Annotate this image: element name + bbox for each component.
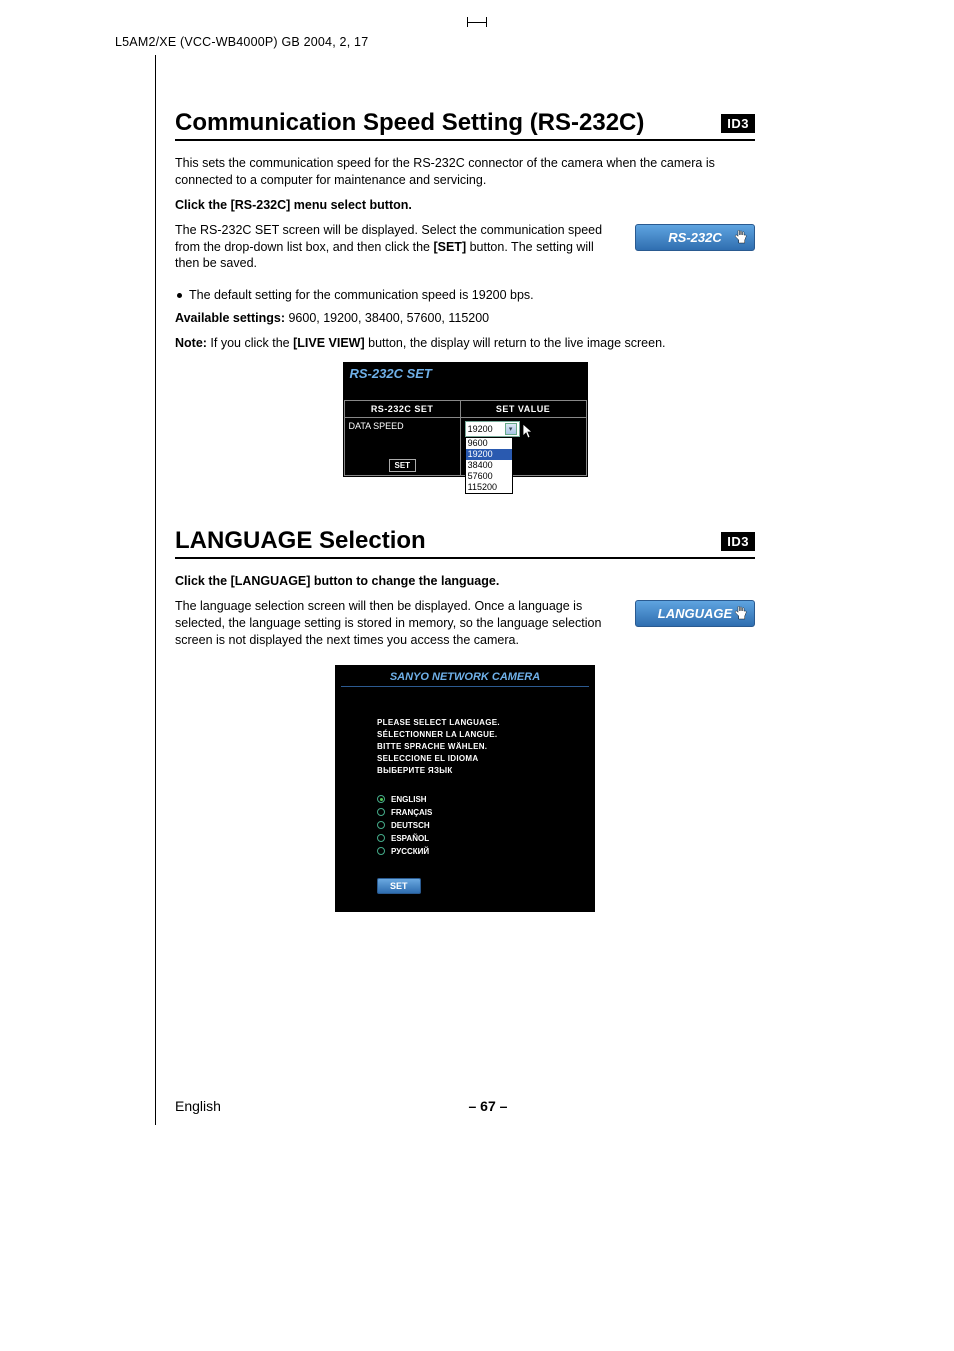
- language-select-screenshot: SANYO NETWORK CAMERA PLEASE SELECT LANGU…: [335, 665, 595, 912]
- section2-body: The language selection screen will then …: [175, 598, 615, 649]
- note-liveview: [LIVE VIEW]: [293, 336, 365, 350]
- language-button-label: LANGUAGE: [658, 606, 732, 621]
- section1-intro: This sets the communication speed for th…: [175, 155, 755, 189]
- prompt-ru: ВЫБЕРИТЕ ЯЗЫК: [377, 765, 595, 777]
- language-prompts: PLEASE SELECT LANGUAGE. SÉLECTIONNER LA …: [377, 717, 595, 777]
- lang-label: DEUTSCH: [391, 821, 430, 830]
- page-number: – 67 –: [468, 1098, 507, 1114]
- hand-cursor-icon: [732, 604, 750, 622]
- rs232c-button-label: RS-232C: [668, 230, 721, 245]
- content-area: Communication Speed Setting (RS-232C) ID…: [175, 109, 755, 912]
- lang-option-francais[interactable]: FRANÇAIS: [377, 808, 595, 817]
- option-9600[interactable]: 9600: [466, 438, 512, 449]
- section2-step-row: The language selection screen will then …: [175, 598, 755, 657]
- section1-step-body: The RS-232C SET screen will be displayed…: [175, 222, 615, 273]
- radio-icon: [377, 821, 385, 829]
- note-label: Note:: [175, 336, 207, 350]
- note-line: Note: If you click the [LIVE VIEW] butto…: [175, 335, 755, 352]
- data-speed-value: 19200: [468, 424, 493, 434]
- dropdown-arrow-icon: ▾: [505, 423, 517, 435]
- lang-option-deutsch[interactable]: DEUTSCH: [377, 821, 595, 830]
- radio-icon: [377, 847, 385, 855]
- lang-label: FRANÇAIS: [391, 808, 432, 817]
- section1-step-heading: Click the [RS-232C] menu select button.: [175, 197, 755, 214]
- lang-set-button[interactable]: SET: [377, 878, 421, 894]
- data-speed-select[interactable]: 19200 ▾ 9600 19200 38400 57600 115200: [465, 421, 520, 437]
- rs232c-menu-button[interactable]: RS-232C: [635, 224, 755, 251]
- id3-badge-2: ID3: [721, 532, 755, 551]
- language-menu-button[interactable]: LANGUAGE: [635, 600, 755, 627]
- section2-heading: LANGUAGE Selection: [175, 527, 426, 555]
- rs-row-label: DATA SPEED: [349, 421, 456, 431]
- left-margin-rule: [155, 55, 156, 1125]
- section2-heading-row: LANGUAGE Selection ID3: [175, 527, 755, 559]
- section1-heading-row: Communication Speed Setting (RS-232C) ID…: [175, 109, 755, 141]
- prompt-en: PLEASE SELECT LANGUAGE.: [377, 717, 595, 729]
- lang-option-russian[interactable]: РУССКИЙ: [377, 847, 595, 856]
- radio-icon: [377, 834, 385, 842]
- available-settings: Available settings: 9600, 19200, 38400, …: [175, 310, 755, 327]
- step-set-bold: [SET]: [433, 240, 466, 254]
- prompt-de: BITTE SPRACHE WÄHLEN.: [377, 741, 595, 753]
- rs232c-set-screenshot: RS-232C SET RS-232C SET SET VALUE DATA S…: [343, 362, 588, 477]
- section1-step-row: The RS-232C SET screen will be displayed…: [175, 222, 755, 281]
- section1-heading: Communication Speed Setting (RS-232C): [175, 109, 644, 137]
- page: L5AM2/XE (VCC-WB4000P) GB 2004, 2, 17 Co…: [115, 35, 895, 912]
- data-speed-dropdown[interactable]: 9600 19200 38400 57600 115200: [465, 437, 513, 494]
- language-options: ENGLISH FRANÇAIS DEUTSCH ESPAÑOL РУССКИЙ: [377, 795, 595, 856]
- note-prefix: If you click the: [207, 336, 293, 350]
- avail-label: Available settings:: [175, 311, 285, 325]
- rs-screen-title: RS-232C SET: [344, 363, 587, 384]
- section2-step-heading: Click the [LANGUAGE] button to change th…: [175, 573, 755, 590]
- prompt-fr: SÉLECTIONNER LA LANGUE.: [377, 729, 595, 741]
- lang-label: ESPAÑOL: [391, 834, 429, 843]
- note-suffix: button, the display will return to the l…: [365, 336, 666, 350]
- radio-icon: [377, 808, 385, 816]
- rs-set-button[interactable]: SET: [389, 459, 417, 472]
- page-footer: English – 67 –: [175, 1098, 755, 1114]
- lang-option-english[interactable]: ENGLISH: [377, 795, 595, 804]
- option-115200[interactable]: 115200: [466, 482, 512, 493]
- id3-badge: ID3: [721, 114, 755, 133]
- avail-values: 9600, 19200, 38400, 57600, 115200: [285, 311, 489, 325]
- prompt-es: SELECCIONE EL IDIOMA: [377, 753, 595, 765]
- footer-language: English: [175, 1098, 221, 1114]
- lang-screen-title: SANYO NETWORK CAMERA: [341, 665, 589, 687]
- crop-mark: [467, 22, 487, 23]
- hand-cursor-icon: [732, 228, 750, 246]
- lang-option-espanol[interactable]: ESPAÑOL: [377, 834, 595, 843]
- mouse-cursor-icon: [522, 423, 536, 444]
- default-setting-bullet: The default setting for the communicatio…: [189, 288, 755, 302]
- rs-col2-header: SET VALUE: [460, 401, 586, 418]
- rs-col1-header: RS-232C SET: [344, 401, 460, 418]
- lang-label: ENGLISH: [391, 795, 427, 804]
- rs-set-table: RS-232C SET SET VALUE DATA SPEED SET 192…: [344, 400, 587, 476]
- option-57600[interactable]: 57600: [466, 471, 512, 482]
- option-19200[interactable]: 19200: [466, 449, 512, 460]
- document-header: L5AM2/XE (VCC-WB4000P) GB 2004, 2, 17: [115, 35, 895, 49]
- lang-label: РУССКИЙ: [391, 847, 429, 856]
- option-38400[interactable]: 38400: [466, 460, 512, 471]
- radio-icon: [377, 795, 385, 803]
